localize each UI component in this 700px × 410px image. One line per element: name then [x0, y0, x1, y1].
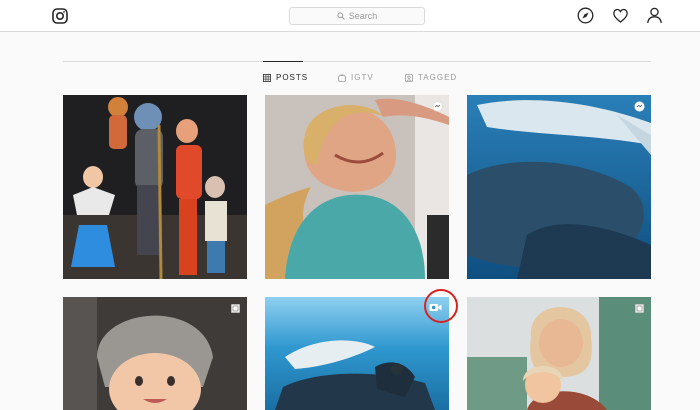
post-thumbnail-4[interactable]: [63, 297, 247, 410]
profile-person-icon[interactable]: [646, 7, 663, 24]
activity-heart-icon[interactable]: [612, 7, 629, 24]
post-image-whale-swimmer: [265, 297, 449, 410]
search-placeholder: Search: [348, 11, 378, 21]
multiple-photos-icon: [634, 303, 645, 314]
tabs-divider: [63, 61, 651, 62]
post-thumbnail-2[interactable]: [265, 95, 449, 279]
tab-posts[interactable]: POSTS: [263, 73, 308, 82]
post-image-whales: [467, 95, 651, 279]
post-image-baby-hat: [63, 297, 247, 410]
search-icon: [337, 12, 345, 20]
carousel-icon: [634, 101, 645, 112]
carousel-icon: [432, 101, 443, 112]
post-thumbnail-1[interactable]: [63, 95, 247, 279]
tagged-icon: [405, 73, 413, 82]
tab-tagged-label: TAGGED: [418, 73, 458, 82]
active-tab-indicator: [263, 61, 303, 62]
tab-posts-label: POSTS: [276, 73, 309, 82]
top-navigation-bar: Search: [0, 0, 700, 32]
tab-igtv-label: IGTV: [351, 73, 374, 82]
post-thumbnail-5[interactable]: [265, 297, 449, 410]
post-thumbnail-6[interactable]: [467, 297, 651, 410]
post-thumbnail-3[interactable]: [467, 95, 651, 279]
post-image-family-costumes: [63, 95, 247, 279]
post-image-wetsuit-woman: [265, 95, 449, 279]
igtv-icon: [338, 73, 346, 82]
instagram-logo-icon[interactable]: [52, 8, 68, 24]
highlight-annotation-circle: [424, 289, 458, 323]
search-input[interactable]: Search: [289, 7, 425, 25]
explore-compass-icon[interactable]: [577, 7, 594, 24]
multiple-photos-icon: [230, 303, 241, 314]
tab-tagged[interactable]: TAGGED: [405, 73, 457, 82]
tab-igtv[interactable]: IGTV: [338, 73, 374, 82]
grid-icon: [263, 73, 271, 82]
post-image-woman-child: [467, 297, 651, 410]
